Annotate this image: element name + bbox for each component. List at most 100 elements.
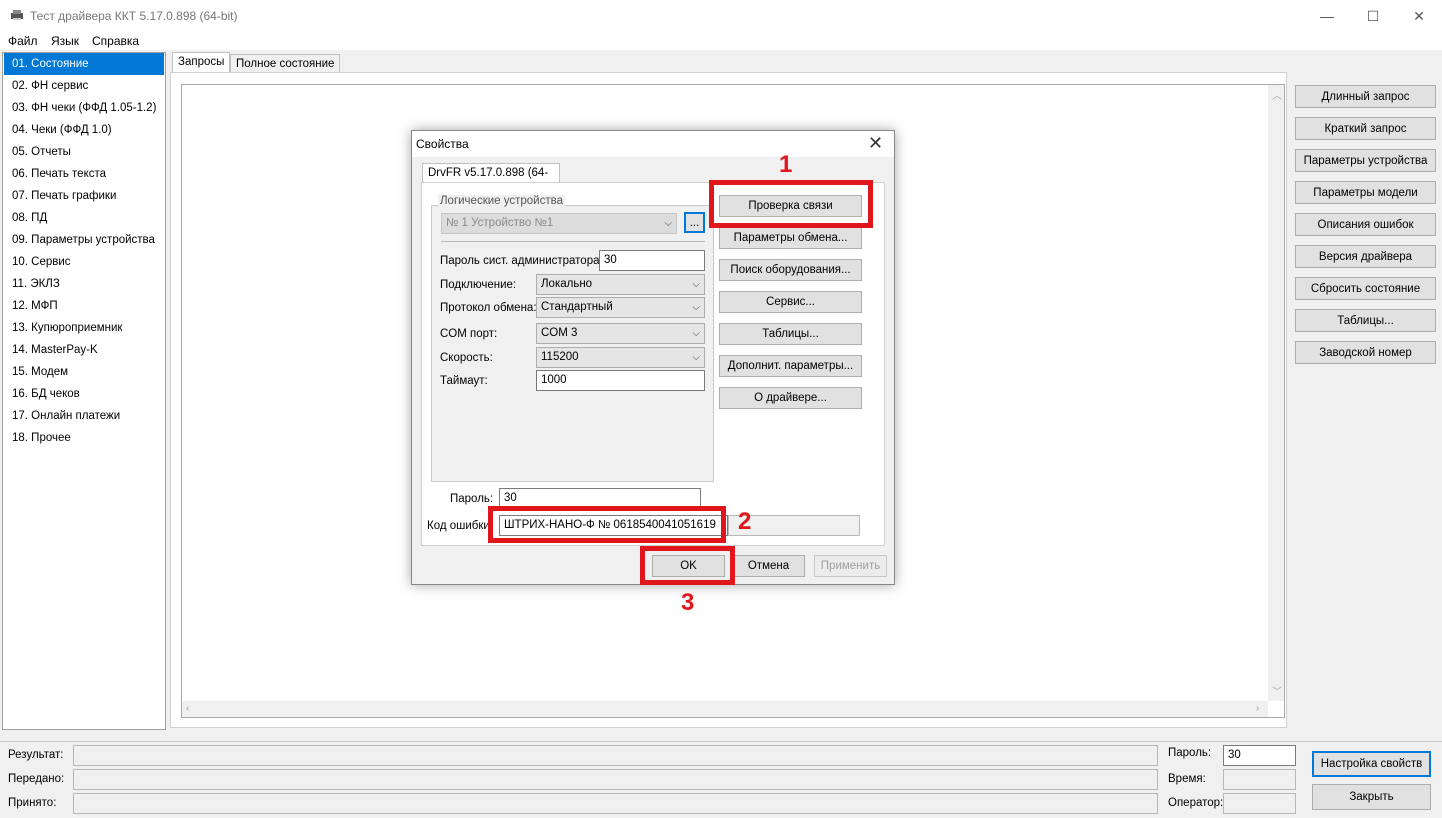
- sidebar-item[interactable]: 04. Чеки (ФФД 1.0): [4, 119, 164, 141]
- operator-field: [1223, 793, 1296, 814]
- right-panel-button[interactable]: Параметры устройства: [1295, 149, 1436, 172]
- password-label: Пароль:: [1168, 747, 1212, 759]
- horizontal-scrollbar[interactable]: ‹ ›: [182, 701, 1268, 717]
- sidebar-item[interactable]: 14. MasterPay-K: [4, 339, 164, 361]
- scroll-right-icon[interactable]: ›: [1256, 703, 1259, 714]
- sidebar-item[interactable]: 11. ЭКЛЗ: [4, 273, 164, 295]
- right-panel-button[interactable]: Длинный запрос: [1295, 85, 1436, 108]
- timeout-input[interactable]: 1000: [536, 370, 705, 391]
- admin-password-label: Пароль сист. администратора:: [440, 255, 603, 267]
- right-panel-button[interactable]: Параметры модели: [1295, 181, 1436, 204]
- admin-password-input[interactable]: 30: [599, 250, 705, 271]
- sidebar-item[interactable]: 17. Онлайн платежи: [4, 405, 164, 427]
- minimize-button[interactable]: —: [1304, 0, 1350, 32]
- sidebar-item[interactable]: 13. Купюроприемник: [4, 317, 164, 339]
- protocol-label: Протокол обмена:: [440, 302, 537, 314]
- title-bar: Тест драйвера ККТ 5.17.0.898 (64-bit) — …: [0, 0, 1442, 32]
- password-label: Пароль:: [450, 493, 494, 505]
- window-title: Тест драйвера ККТ 5.17.0.898 (64-bit): [30, 9, 238, 23]
- result-field: [73, 745, 1158, 766]
- tab-drvfr[interactable]: DrvFR v5.17.0.898 (64-bit): [422, 163, 560, 197]
- right-panel-button[interactable]: Заводской номер: [1295, 341, 1436, 364]
- device-combo-value: № 1 Устройство №1: [446, 217, 554, 229]
- tab-full-status[interactable]: Полное состояние: [230, 54, 341, 74]
- sidebar-item[interactable]: 07. Печать графики: [4, 185, 164, 207]
- sidebar-item[interactable]: 12. МФП: [4, 295, 164, 317]
- com-port-select[interactable]: COM 3 ⌵: [536, 323, 705, 344]
- protocol-select[interactable]: Стандартный ⌵: [536, 297, 705, 318]
- scroll-left-icon[interactable]: ‹: [186, 703, 189, 714]
- chevron-down-icon: ⌵: [692, 302, 700, 313]
- sidebar-item[interactable]: 16. БД чеков: [4, 383, 164, 405]
- sidebar-item[interactable]: 18. Прочее: [4, 427, 164, 449]
- device-combo: № 1 Устройство №1 ⌵: [441, 213, 677, 234]
- dialog-action-button[interactable]: Параметры обмена...: [719, 227, 862, 249]
- connection-label: Подключение:: [440, 279, 517, 291]
- apply-button: Применить: [814, 555, 887, 577]
- cancel-button[interactable]: Отмена: [732, 555, 805, 577]
- dialog-action-button[interactable]: О драйвере...: [719, 387, 862, 409]
- menu-bar: Файл Язык Справка: [0, 32, 1442, 50]
- sidebar-item[interactable]: 15. Модем: [4, 361, 164, 383]
- time-field: [1223, 769, 1296, 790]
- dialog-action-button[interactable]: Поиск оборудования...: [719, 259, 862, 281]
- sidebar-item[interactable]: 10. Сервис: [4, 251, 164, 273]
- right-panel-button[interactable]: Сбросить состояние: [1295, 277, 1436, 300]
- vertical-scrollbar[interactable]: ︿ ﹀: [1268, 85, 1284, 701]
- printer-app-icon: [11, 10, 23, 20]
- status-panel: Результат: Передано: Принято: Пароль: 30…: [0, 741, 1442, 818]
- received-field: [73, 793, 1158, 814]
- sidebar-item[interactable]: 08. ПД: [4, 207, 164, 229]
- received-label: Принято:: [8, 797, 57, 809]
- right-panel-button[interactable]: Таблицы...: [1295, 309, 1436, 332]
- close-window-button[interactable]: ✕: [1396, 0, 1442, 32]
- time-label: Время:: [1168, 773, 1206, 785]
- annotation-number-3: 3: [681, 589, 695, 616]
- section-list[interactable]: 01. Состояние 02. ФН сервис 03. ФН чеки (Ф…: [2, 52, 166, 730]
- separator: [441, 241, 705, 242]
- right-panel-button[interactable]: Краткий запрос: [1295, 117, 1436, 140]
- chevron-down-icon: ⌵: [692, 328, 700, 339]
- sidebar-item[interactable]: 05. Отчеты: [4, 141, 164, 163]
- maximize-button[interactable]: ☐: [1350, 0, 1396, 32]
- sidebar-item[interactable]: 03. ФН чеки (ФФД 1.05-1.2): [4, 97, 164, 119]
- dialog-action-button[interactable]: Таблицы...: [719, 323, 862, 345]
- dialog-title-bar: Свойства ✕: [412, 131, 894, 157]
- com-port-value: COM 3: [541, 327, 578, 339]
- highlight-box-1: [709, 180, 873, 228]
- menu-language[interactable]: Язык: [51, 34, 79, 48]
- menu-help[interactable]: Справка: [92, 34, 139, 48]
- menu-file[interactable]: Файл: [8, 34, 38, 48]
- device-more-button[interactable]: ...: [684, 212, 705, 233]
- dialog-action-button[interactable]: Сервис...: [719, 291, 862, 313]
- sidebar-item[interactable]: 06. Печать текста: [4, 163, 164, 185]
- result-label: Результат:: [8, 749, 64, 761]
- sidebar-item[interactable]: 09. Параметры устройства: [4, 229, 164, 251]
- highlight-box-2: [488, 506, 726, 543]
- connection-value: Локально: [541, 278, 593, 290]
- dialog-action-button[interactable]: Дополнит. параметры...: [719, 355, 862, 377]
- chevron-down-icon: ⌵: [664, 218, 672, 229]
- close-button[interactable]: Закрыть: [1312, 784, 1431, 810]
- dialog-close-icon[interactable]: ✕: [868, 133, 883, 154]
- sidebar-item[interactable]: 01. Состояние: [4, 53, 164, 75]
- speed-select[interactable]: 115200 ⌵: [536, 347, 705, 368]
- protocol-value: Стандартный: [541, 301, 613, 313]
- annotation-number-1: 1: [779, 151, 793, 178]
- right-panel-button[interactable]: Версия драйвера: [1295, 245, 1436, 268]
- logical-devices-label: Логические устройства: [438, 195, 565, 207]
- tab-requests[interactable]: Запросы: [172, 52, 231, 74]
- sidebar-item[interactable]: 02. ФН сервис: [4, 75, 164, 97]
- annotation-number-2: 2: [738, 508, 752, 535]
- sent-field: [73, 769, 1158, 790]
- scroll-up-icon[interactable]: ︿: [1272, 87, 1282, 102]
- settings-button[interactable]: Настройка свойств: [1312, 751, 1431, 777]
- dialog-title: Свойства: [416, 137, 469, 151]
- connection-select[interactable]: Локально ⌵: [536, 274, 705, 295]
- scroll-down-icon[interactable]: ﹀: [1272, 683, 1282, 698]
- right-panel-button[interactable]: Описания ошибок: [1295, 213, 1436, 236]
- chevron-down-icon: ⌵: [692, 352, 700, 363]
- password-input[interactable]: 30: [1223, 745, 1296, 766]
- com-port-label: COM порт:: [440, 328, 498, 340]
- sent-label: Передано:: [8, 773, 65, 785]
